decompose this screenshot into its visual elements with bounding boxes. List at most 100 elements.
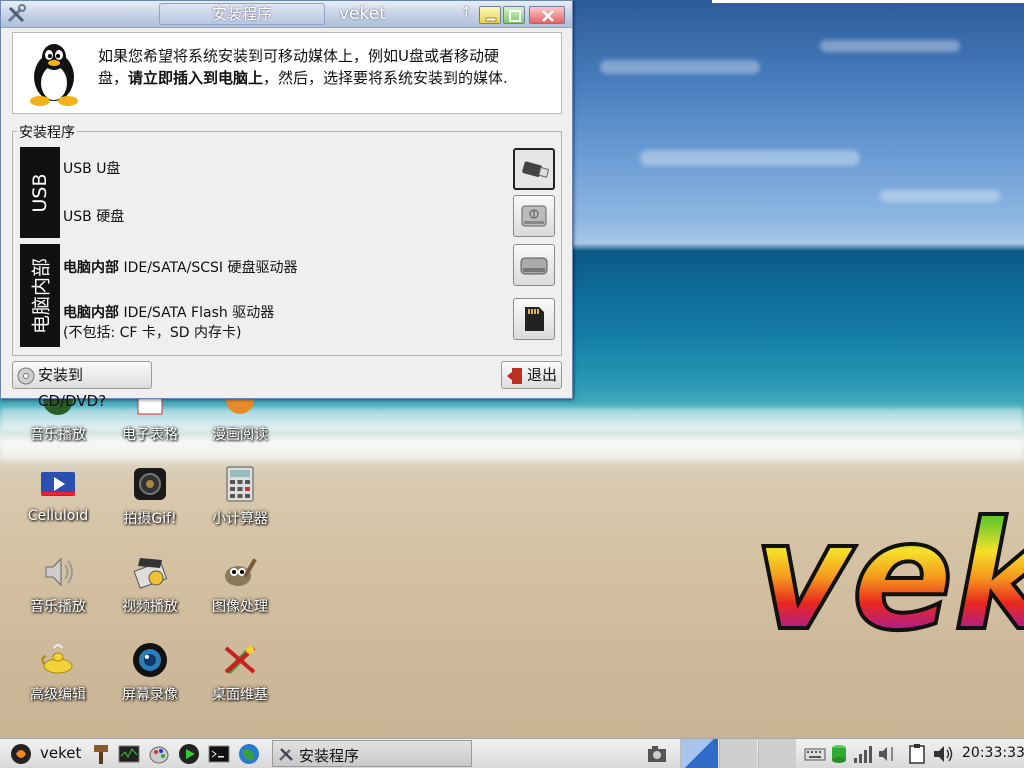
desktop-icon-calculator[interactable]: 小计算器 bbox=[194, 464, 286, 528]
install-usb-flash-button[interactable] bbox=[513, 148, 555, 190]
tray-keyboard[interactable] bbox=[804, 743, 826, 765]
desktop-icon-gimp[interactable]: 图像处理 bbox=[194, 552, 286, 616]
group-label: 安装程序 bbox=[17, 122, 77, 142]
speaker-icon bbox=[38, 552, 78, 592]
info-emphasis: 请立即插入到电脑上 bbox=[128, 69, 264, 87]
desktop-icon-genie-lamp[interactable]: 高级编辑 bbox=[12, 640, 104, 704]
desktop-icon-label: 电子表格 bbox=[122, 427, 178, 443]
install-cd-dvd-label: 安装到CD/DVD? bbox=[38, 366, 107, 410]
tools-icon bbox=[277, 745, 295, 763]
calculator-icon bbox=[220, 464, 260, 504]
desktop-icon-video-player[interactable]: 视频播放 bbox=[104, 552, 196, 616]
maximize-button[interactable] bbox=[503, 6, 525, 24]
minimize-icon bbox=[480, 7, 500, 23]
screen-recorder-icon bbox=[130, 640, 170, 680]
tb-paint-launcher[interactable] bbox=[148, 743, 170, 765]
option-usb-flash-label: USB U盘 bbox=[63, 161, 121, 177]
globe-icon bbox=[239, 744, 259, 764]
usb-section-label: USB bbox=[20, 147, 60, 238]
internal-section-label: 电脑内部 bbox=[20, 244, 60, 347]
workspace-3[interactable] bbox=[758, 739, 796, 768]
tb-screenshot-button[interactable] bbox=[646, 743, 668, 765]
desktop-wiki-icon bbox=[220, 640, 260, 680]
desktop-icon-label: 音乐播放 bbox=[30, 427, 86, 443]
start-menu-button[interactable] bbox=[10, 743, 32, 765]
taskbar-window-label: 安装程序 bbox=[299, 747, 360, 765]
desktop-icon-label: Celluloid bbox=[27, 508, 89, 524]
video-player-icon bbox=[130, 552, 170, 592]
clock[interactable]: 20:33:33 bbox=[962, 745, 1024, 761]
workspace-1[interactable] bbox=[680, 739, 718, 768]
close-icon bbox=[530, 7, 564, 23]
info-line-2: 盘，请立即插入到电脑上，然后，选择要将系统安装到的媒体. bbox=[98, 69, 508, 87]
window-app-name: veket bbox=[339, 4, 386, 24]
exit-button[interactable]: 退出 bbox=[501, 361, 562, 389]
window-menu-button[interactable] bbox=[5, 3, 29, 25]
desktop-icon-label: 高级编辑 bbox=[30, 687, 86, 703]
option-usb-harddisk-label: USB 硬盘 bbox=[63, 209, 125, 225]
top-panel-strip bbox=[712, 0, 1024, 3]
database-icon bbox=[832, 745, 846, 763]
harddisk-icon bbox=[520, 257, 548, 275]
desktop-icon-label: 拍摄Gif! bbox=[123, 511, 177, 527]
celluloid-icon bbox=[38, 464, 78, 504]
speaker-icon bbox=[934, 746, 953, 762]
tray-network[interactable] bbox=[852, 743, 874, 765]
tb-terminal-launcher[interactable] bbox=[208, 743, 230, 765]
shade-arrow-icon[interactable]: ↑ bbox=[461, 5, 473, 21]
tray-storage[interactable] bbox=[828, 743, 850, 765]
svg-text:vek: vek bbox=[754, 490, 1024, 658]
tools-icon bbox=[7, 4, 26, 23]
desktop-icon-camera-gif[interactable]: 拍摄Gif! bbox=[104, 464, 196, 528]
cloud bbox=[600, 60, 760, 74]
desktop-icon-speaker[interactable]: 音乐播放 bbox=[12, 552, 104, 616]
camera-gif-icon bbox=[130, 464, 170, 504]
desktop-icon-label: 桌面维基 bbox=[212, 687, 268, 703]
terminal-icon bbox=[208, 745, 230, 763]
install-internal-flash-button[interactable] bbox=[513, 298, 555, 340]
desktop-icon-celluloid[interactable]: Celluloid bbox=[12, 464, 104, 524]
option-internal-harddisk-label: 电脑内部 IDE/SATA/SCSI 硬盘驱动器 bbox=[63, 260, 298, 276]
clipboard-icon bbox=[909, 744, 925, 764]
desktop-icon-label: 音乐播放 bbox=[30, 599, 86, 615]
desktop-icon-label: 屏幕录像 bbox=[122, 687, 178, 703]
exit-label: 退出 bbox=[527, 366, 558, 384]
desktop-icon-label: 视频播放 bbox=[122, 599, 178, 615]
cd-icon bbox=[17, 367, 35, 385]
tray-clipboard[interactable] bbox=[906, 743, 928, 765]
taskbar-window-installer[interactable]: 安装程序 bbox=[272, 740, 472, 767]
info-text: 如果您希望将系统安装到可移动媒体上，例如U盘或者移动硬 盘，请立即插入到电脑上，… bbox=[98, 45, 554, 89]
paint-palette-icon bbox=[149, 746, 169, 764]
installer-window: 安装程序 veket ↑ 如果您希望将系统安装到可移动媒体上，例如U盘或者移动硬… bbox=[0, 0, 573, 410]
install-internal-harddisk-button[interactable] bbox=[513, 244, 555, 286]
tb-system-monitor-launcher[interactable] bbox=[118, 743, 140, 765]
desktop-icon-desktop-wiki[interactable]: 桌面维基 bbox=[194, 640, 286, 704]
tux-penguin-icon bbox=[23, 41, 85, 107]
cloud bbox=[640, 150, 860, 166]
install-usb-harddisk-button[interactable] bbox=[513, 195, 555, 237]
screenshot-camera-icon bbox=[648, 746, 666, 762]
exit-door-icon bbox=[506, 367, 524, 385]
maximize-icon bbox=[504, 7, 524, 23]
desktop-icon-screen-recorder[interactable]: 屏幕录像 bbox=[104, 640, 196, 704]
system-monitor-icon bbox=[118, 745, 140, 763]
keyboard-icon bbox=[804, 748, 826, 761]
cloud bbox=[820, 40, 960, 52]
cloud bbox=[880, 190, 1000, 202]
info-panel: 如果您希望将系统安装到可移动媒体上，例如U盘或者移动硬 盘，请立即插入到电脑上，… bbox=[12, 32, 562, 114]
start-menu-label[interactable]: veket bbox=[40, 744, 81, 762]
workspace-2[interactable] bbox=[719, 739, 757, 768]
tray-speaker[interactable] bbox=[932, 743, 954, 765]
tray-volume[interactable] bbox=[876, 743, 898, 765]
option-internal-flash-label: 电脑内部 IDE/SATA Flash 驱动器 (不包括: CF 卡，SD 内存… bbox=[63, 305, 275, 341]
close-button[interactable] bbox=[529, 6, 565, 24]
tb-browser-launcher[interactable] bbox=[238, 743, 260, 765]
tb-media-player-launcher[interactable] bbox=[178, 743, 200, 765]
window-titlebar[interactable]: 安装程序 veket ↑ bbox=[1, 1, 572, 28]
tb-hammer-launcher[interactable] bbox=[90, 743, 112, 765]
signal-bars-icon bbox=[854, 746, 872, 763]
gimp-icon bbox=[220, 552, 260, 592]
hammer-icon bbox=[94, 745, 108, 764]
install-cd-dvd-button[interactable]: 安装到CD/DVD? bbox=[12, 361, 152, 410]
minimize-button[interactable] bbox=[479, 6, 501, 24]
